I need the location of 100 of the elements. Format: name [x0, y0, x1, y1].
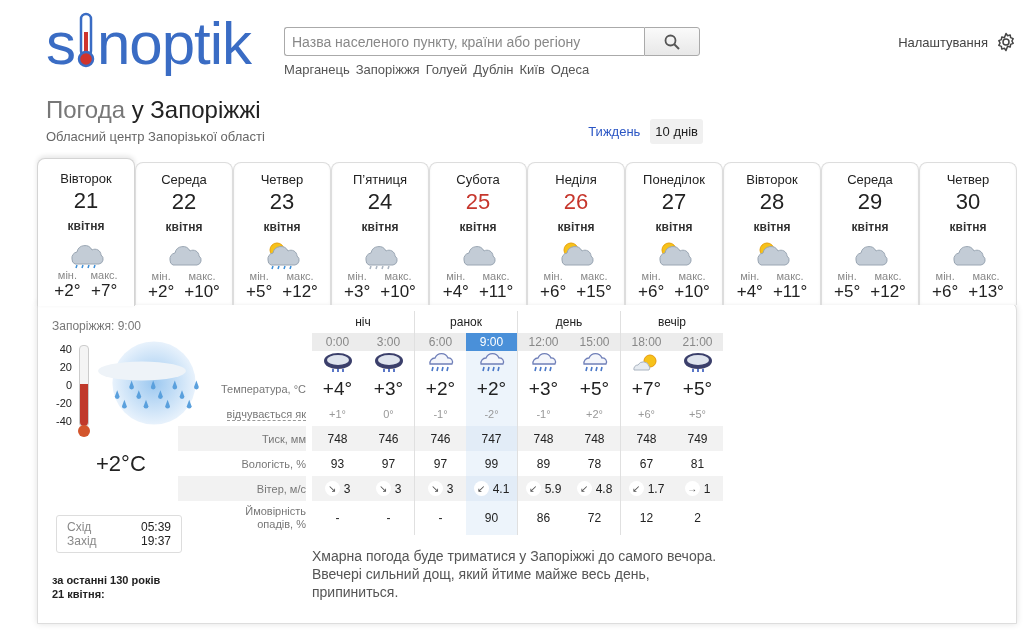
humidity-cell-text: 67: [638, 455, 655, 473]
pressure-cell: 746: [363, 426, 414, 451]
day-date: 22: [171, 189, 197, 215]
max-temperature: +11°: [772, 282, 808, 302]
min-label: мін.: [543, 270, 563, 282]
scale-label: -20: [56, 397, 72, 409]
city-link[interactable]: Голуей: [425, 62, 468, 77]
wind-direction-icon: ↙: [473, 481, 489, 496]
day-date: 27: [661, 189, 687, 215]
city-title: у Запоріжжі: [131, 96, 261, 123]
min-label: мін.: [249, 270, 269, 282]
precipitation-cell-text: 86: [535, 510, 552, 527]
day-date: 26: [563, 189, 589, 215]
row-label: Ймовірність опадів, %: [244, 504, 306, 532]
min-label: мін.: [57, 269, 77, 281]
city-link[interactable]: Дублін: [473, 62, 514, 77]
wind-direction-icon: ↙: [628, 481, 644, 496]
pressure-cell: 748: [621, 426, 672, 451]
range-tab[interactable]: Тиждень: [583, 119, 646, 144]
min-label: мін.: [446, 270, 466, 282]
scale-label: 0: [65, 379, 72, 391]
day-date: 24: [367, 189, 393, 215]
precipitation-cell-text: -: [437, 510, 444, 527]
min-temperature: +5°: [246, 282, 273, 302]
day-tab[interactable]: Середа 29 квітня мін. +5° макс. +12°: [821, 162, 919, 305]
day-tab[interactable]: Вівторок 28 квітня мін. +4° макс. +11°: [723, 162, 821, 305]
max-label: макс.: [188, 270, 216, 282]
wind-cell: 3: [446, 481, 454, 496]
day-tab[interactable]: Неділя 26 квітня мін. +6° макс. +15°: [527, 162, 625, 305]
max-label: макс.: [580, 270, 608, 282]
max-label: макс.: [482, 270, 510, 282]
scale-label: -40: [56, 415, 72, 427]
search-field[interactable]: Назва населеного пункту, країни або регіону: [284, 27, 644, 56]
weekday: Неділя: [555, 172, 597, 187]
settings-icon[interactable]: [996, 32, 1016, 52]
day-tab[interactable]: Вівторок 21 квітня мін. +2° макс. +7°: [37, 158, 135, 306]
sun-label: Схід: [67, 520, 92, 534]
wind-cell: 3: [343, 481, 351, 496]
max-label: макс.: [384, 270, 412, 282]
min-label: мін.: [641, 270, 661, 282]
weekday: Понеділок: [643, 172, 705, 187]
max-temperature: +10°: [184, 282, 220, 302]
day-date: 30: [955, 189, 981, 215]
city-subtitle: Обласний центр Запорізької області: [46, 129, 265, 144]
precipitation-cell-text: 12: [638, 510, 655, 527]
title-prefix: Погода: [46, 96, 125, 123]
logo-text[interactable]: s: [46, 16, 75, 72]
precipitation-cell-text: -: [385, 510, 392, 527]
wind-direction-icon: ↘: [427, 481, 443, 496]
day-tab[interactable]: П’ятниця 24 квітня мін. +3° макс. +10°: [331, 162, 429, 305]
max-label: макс.: [776, 270, 804, 282]
weekday: Вівторок: [746, 172, 798, 187]
feels-like-link[interactable]: відчувається як: [226, 407, 306, 421]
weekday: Четвер: [946, 172, 990, 187]
precipitation-cell-text: 90: [483, 510, 500, 527]
day-tab[interactable]: Субота 25 квітня мін. +4° макс. +11°: [429, 162, 527, 305]
scale-label: 40: [59, 343, 72, 355]
humidity-cell-text: 81: [689, 455, 706, 473]
humidity-cell-text: 97: [380, 455, 397, 473]
dark-cloud-icon: [682, 352, 713, 374]
feels-like-cell-text: -1°: [432, 407, 449, 422]
temperature-cell-text: +3°: [372, 376, 405, 401]
day-tab[interactable]: Четвер 30 квітня мін. +6° макс. +13°: [919, 162, 1017, 305]
row-label: Вітер, м/с: [178, 476, 306, 501]
precipitation-cell-text: 2: [693, 510, 702, 527]
wind-direction-icon: ↙: [525, 481, 541, 496]
min-temperature: +3°: [344, 282, 371, 302]
range-tab[interactable]: 10 днів: [650, 119, 703, 144]
day-tab[interactable]: Понеділок 27 квітня мін. +6° макс. +10°: [625, 162, 723, 305]
wind-direction-icon: ↘: [324, 481, 340, 496]
place-time: Запоріжжя: 9:00: [52, 319, 142, 333]
day-tab[interactable]: Четвер 23 квітня мін. +5° макс. +12°: [233, 162, 331, 305]
city-link[interactable]: Одеса: [550, 62, 590, 77]
month: квітня: [949, 220, 987, 234]
min-temperature: +6°: [540, 282, 567, 302]
feels-like-cell-text: +2°: [585, 407, 604, 422]
min-temperature: +4°: [736, 282, 763, 302]
thermometer-bulb: [78, 425, 90, 437]
day-date: 29: [857, 189, 883, 215]
max-temperature: +11°: [478, 282, 514, 302]
pressure-cell: 748: [569, 426, 620, 451]
city-link[interactable]: Київ: [519, 62, 545, 77]
feels-like-cell-text: +6°: [637, 407, 656, 422]
settings-link[interactable]: Налаштування: [898, 34, 988, 50]
city-link[interactable]: Марганець: [284, 62, 350, 77]
search-button[interactable]: [644, 27, 700, 56]
max-temperature: +10°: [674, 282, 710, 302]
city-link[interactable]: Запоріжжя: [355, 62, 420, 77]
month: квітня: [361, 220, 399, 234]
month: квітня: [557, 220, 595, 234]
day-tab[interactable]: Середа 22 квітня мін. +2° макс. +10°: [135, 162, 233, 305]
history-caption: за останні 130 років 21 квітня:: [52, 573, 162, 601]
min-label: мін.: [935, 270, 955, 282]
min-label: мін.: [151, 270, 171, 282]
max-temperature: +12°: [870, 282, 906, 302]
pressure-cell: 747: [466, 426, 517, 451]
temperature-cell-text: +5°: [578, 376, 611, 401]
weekday: Середа: [161, 172, 207, 187]
wind-cell: 4.1: [492, 481, 510, 496]
dark-cloud-icon: [373, 352, 404, 374]
